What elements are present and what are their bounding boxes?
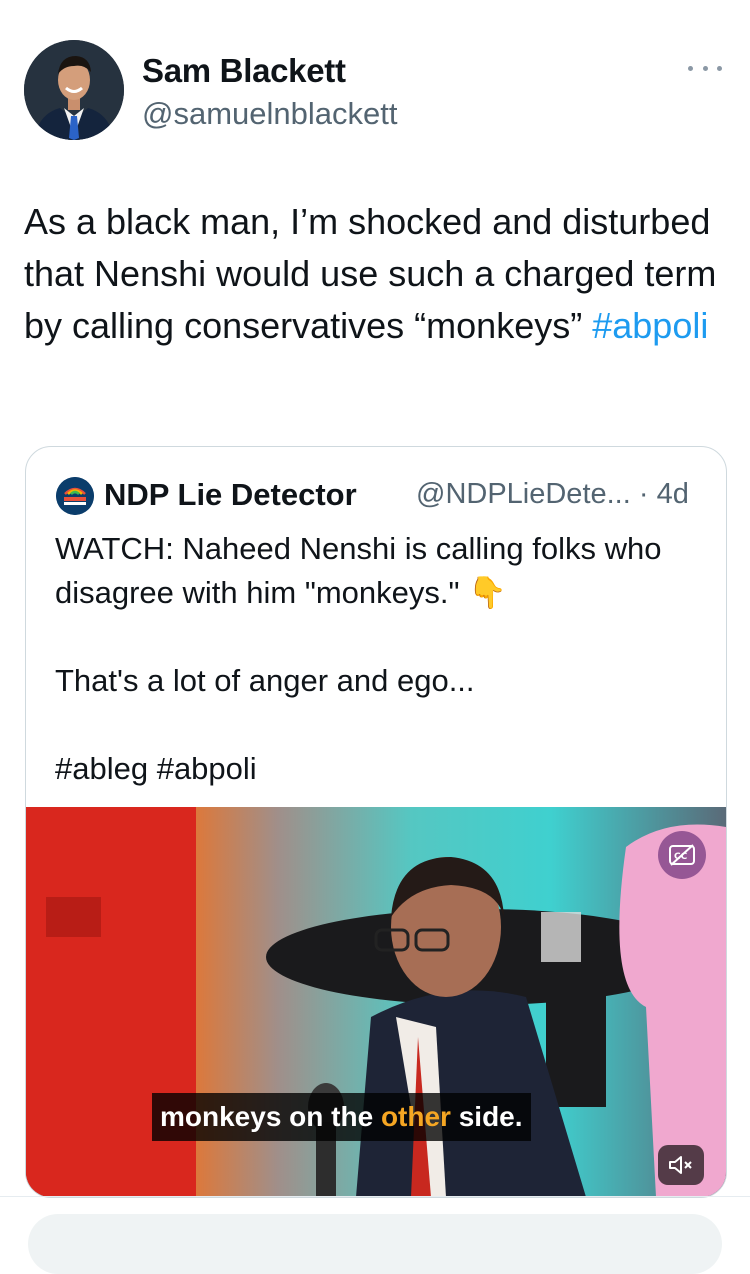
tweet-header: Sam Blackett @samuelnblackett — [24, 40, 726, 144]
quoted-tweet-card[interactable]: NDP Lie Detector @NDPLieDete... · 4d WAT… — [25, 446, 727, 1198]
quoted-tweet-text: WATCH: Naheed Nenshi is calling folks wh… — [55, 527, 705, 791]
caption-text-pre: monkeys on the — [160, 1101, 381, 1132]
pointing-down-emoji: 👇 — [468, 575, 507, 610]
quoted-hashtags[interactable]: #ableg #abpoli — [55, 747, 705, 791]
closed-captions-icon[interactable]: CC — [658, 831, 706, 879]
quoted-author-meta: @NDPLieDete... · 4d — [416, 478, 689, 511]
quoted-author-logo — [56, 477, 94, 515]
author-name[interactable]: Sam Blackett — [142, 52, 346, 90]
next-item-stub — [28, 1214, 722, 1274]
more-options-icon[interactable] — [688, 58, 722, 78]
divider — [0, 1196, 750, 1197]
video-caption: monkeys on the other side. — [152, 1093, 531, 1141]
caption-text-highlight: other — [380, 1101, 451, 1132]
quoted-tweet-header: NDP Lie Detector @NDPLieDete... · 4d — [56, 475, 716, 515]
quoted-author-handle[interactable]: @NDPLieDete... — [416, 478, 631, 510]
caption-text-post: side. — [450, 1101, 523, 1132]
quoted-line-1: WATCH: Naheed Nenshi is calling folks wh… — [55, 531, 662, 610]
author-handle[interactable]: @samuelnblackett — [142, 96, 397, 132]
quoted-line-2: That's a lot of anger and ego... — [55, 663, 475, 698]
mute-icon[interactable] — [658, 1145, 704, 1185]
quoted-timestamp[interactable]: · 4d — [639, 478, 689, 510]
video-player[interactable]: monkeys on the other side. CC — [26, 807, 726, 1197]
tweet-text: As a black man, I’m shocked and disturbe… — [24, 196, 724, 352]
hashtag-link[interactable]: #abpoli — [592, 305, 708, 346]
avatar[interactable] — [24, 40, 124, 140]
quoted-author-name[interactable]: NDP Lie Detector — [104, 477, 357, 513]
